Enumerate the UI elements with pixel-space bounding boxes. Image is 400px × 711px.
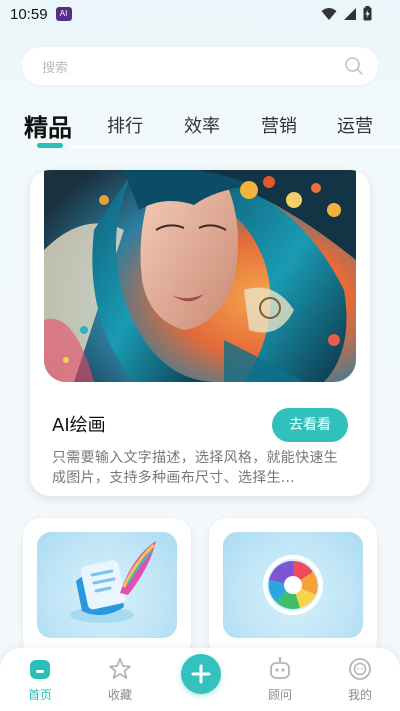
battery-icon	[363, 6, 372, 21]
bottom-nav: 首页 收藏 顾问 我的	[0, 648, 400, 711]
profile-icon	[349, 658, 371, 680]
plus-icon	[191, 664, 211, 684]
app-notification-icon: AI	[55, 7, 72, 21]
nav-profile-label: 我的	[347, 688, 372, 702]
signal-icon	[344, 7, 356, 20]
tab-divider	[70, 145, 400, 148]
ai-portrait-illustration	[44, 170, 356, 382]
robot-icon	[270, 657, 290, 679]
tab-paihang[interactable]: 排行	[107, 112, 143, 138]
feature-card-ai-painting[interactable]: AI绘画 去看看 只需要输入文字描述，选择风格，就能快速生成图片，支持多种画布尺…	[30, 170, 370, 496]
nav-profile[interactable]: 我的	[330, 656, 390, 703]
tab-yingxiao[interactable]: 营销	[261, 112, 297, 138]
nav-favorites-label: 收藏	[107, 688, 132, 702]
tab-jingpin[interactable]: 精品	[24, 108, 72, 143]
nav-home-label: 首页	[27, 688, 52, 702]
star-icon	[109, 658, 131, 679]
writing-quill-icon	[70, 541, 156, 623]
tab-active-indicator	[37, 143, 63, 148]
search-icon[interactable]	[344, 56, 364, 76]
tool-card-writing-banner	[37, 532, 177, 638]
status-bar: 10:59 AI	[0, 0, 400, 28]
nav-home[interactable]: 首页	[10, 656, 70, 703]
wifi-icon	[321, 7, 337, 20]
tab-xiaolv[interactable]: 效率	[184, 112, 220, 138]
status-time: 10:59	[10, 5, 48, 23]
tab-yunying[interactable]: 运营	[337, 112, 373, 138]
search-bar[interactable]: 搜索	[22, 47, 378, 85]
tool-card-photo[interactable]	[209, 518, 377, 658]
home-icon	[30, 660, 50, 679]
nav-consultant-label: 顾问	[267, 688, 292, 702]
camera-aperture-icon	[263, 555, 323, 615]
feature-title: AI绘画	[52, 415, 106, 436]
tool-card-photo-banner	[223, 532, 363, 638]
feature-description: 只需要输入文字描述，选择风格，就能快速生成图片，支持多种画布尺寸、选择生...	[52, 450, 338, 486]
view-button[interactable]: 去看看	[272, 408, 348, 442]
tool-card-writing[interactable]	[23, 518, 191, 658]
nav-favorites[interactable]: 收藏	[90, 656, 150, 703]
nav-consultant[interactable]: 顾问	[250, 656, 310, 703]
search-input[interactable]: 搜索	[42, 57, 344, 76]
status-icons	[321, 6, 372, 21]
create-button[interactable]	[181, 654, 221, 694]
